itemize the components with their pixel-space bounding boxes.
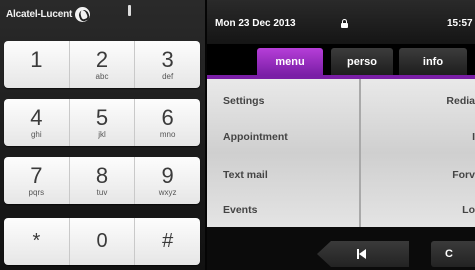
tab-menu[interactable]: menu xyxy=(257,48,323,75)
key-6[interactable]: 6 mno xyxy=(135,99,200,146)
key-1[interactable]: 1 xyxy=(4,41,70,88)
menu-item-redial[interactable]: Redia xyxy=(361,83,475,119)
menu-column-right: Redia I Forv Lo xyxy=(361,79,475,227)
menu-area: Settings Appointment Text mail Events Re… xyxy=(207,79,475,227)
tab-info[interactable]: info xyxy=(399,48,467,75)
key-9[interactable]: 9 wxyz xyxy=(135,157,200,204)
status-bar: Mon 23 Dec 2013 15:57 xyxy=(207,0,475,44)
menu-item-events[interactable]: Events xyxy=(207,192,359,228)
key-letters: pqrs xyxy=(28,188,45,197)
keypad-row-1: 1 2 abc 3 def xyxy=(4,41,200,88)
key-letters: jkl xyxy=(98,130,106,139)
key-digit: 7 xyxy=(30,163,43,188)
back-button[interactable] xyxy=(317,241,409,267)
key-letters: ghi xyxy=(30,130,42,139)
key-4[interactable]: 4 ghi xyxy=(4,99,70,146)
key-letters: def xyxy=(162,72,174,81)
key-0[interactable]: 0 xyxy=(70,218,136,265)
brand: Alcatel-Lucent xyxy=(6,4,91,24)
key-digit: 8 xyxy=(95,163,109,188)
tab-perso[interactable]: perso xyxy=(331,48,393,75)
menu-item-right-4[interactable]: Lo xyxy=(361,192,475,228)
brand-name: Alcatel-Lucent xyxy=(6,8,73,20)
screen-panel: Mon 23 Dec 2013 15:57 menu perso info Se… xyxy=(207,0,475,270)
key-star[interactable]: * xyxy=(4,218,70,265)
alcatel-lucent-logo-icon xyxy=(75,6,91,22)
key-7[interactable]: 7 pqrs xyxy=(4,157,70,204)
status-date: Mon 23 Dec 2013 xyxy=(215,18,296,29)
menu-column-left: Settings Appointment Text mail Events xyxy=(207,79,359,227)
menu-item-right-2[interactable]: I xyxy=(361,119,475,155)
key-digit: 5 xyxy=(95,105,109,130)
keypad-panel: Alcatel-Lucent 1 2 abc 3 def 4 ghi 5 jkl 6 mn… xyxy=(0,0,205,270)
key-letters: tuv xyxy=(96,188,108,197)
key-hash[interactable]: # xyxy=(135,218,200,265)
right-soft-button[interactable]: C xyxy=(431,241,475,267)
keypad-row-2: 4 ghi 5 jkl 6 mno xyxy=(4,99,200,146)
key-letters: wxyz xyxy=(158,188,177,197)
key-digit: 2 xyxy=(95,47,109,72)
key-digit: 1 xyxy=(30,47,43,72)
key-digit: # xyxy=(162,230,174,252)
key-digit: 4 xyxy=(30,105,43,130)
key-2[interactable]: 2 abc xyxy=(70,41,136,88)
keypad-row-3: 7 pqrs 8 tuv 9 wxyz xyxy=(4,157,200,204)
lock-icon xyxy=(341,19,348,28)
key-digit: 3 xyxy=(161,47,174,72)
menu-item-text-mail[interactable]: Text mail xyxy=(207,157,359,193)
key-digit: 0 xyxy=(96,230,108,252)
menu-item-appointment[interactable]: Appointment xyxy=(207,119,359,155)
key-letters: abc xyxy=(95,72,109,81)
key-letters: mno xyxy=(159,130,176,139)
skip-back-icon xyxy=(357,249,367,259)
key-digit: 9 xyxy=(161,163,174,188)
key-3[interactable]: 3 def xyxy=(135,41,200,88)
menu-item-settings[interactable]: Settings xyxy=(207,83,359,119)
indicator-icon xyxy=(128,5,131,16)
key-digit: 6 xyxy=(161,105,174,130)
keypad-row-4: * 0 # xyxy=(4,218,200,265)
status-time: 15:57 xyxy=(447,18,473,29)
menu-item-forward[interactable]: Forv xyxy=(361,157,475,193)
key-8[interactable]: 8 tuv xyxy=(70,157,136,204)
bottom-bar: C xyxy=(207,227,475,270)
key-digit: * xyxy=(32,230,41,252)
key-5[interactable]: 5 jkl xyxy=(70,99,136,146)
